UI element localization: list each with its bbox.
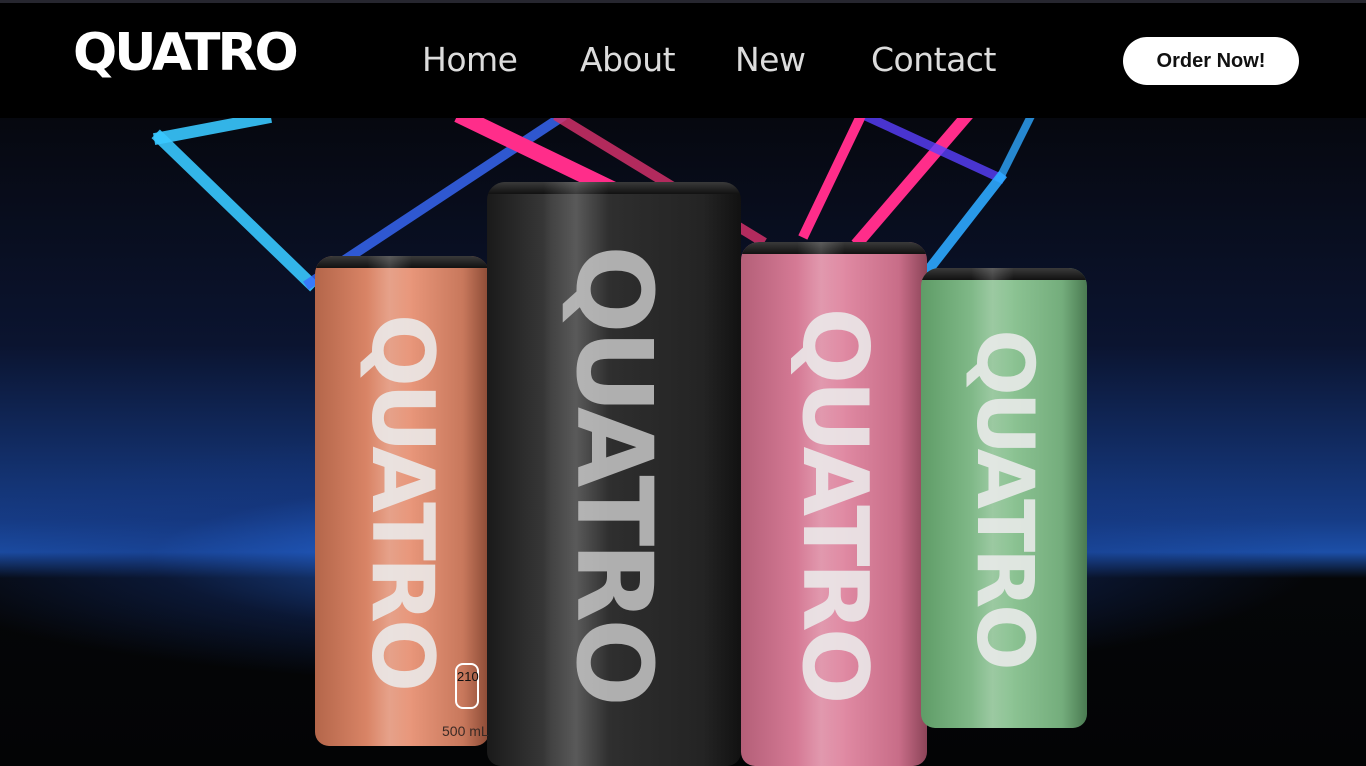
can-volume-text: 500 mL bbox=[442, 723, 489, 739]
black-can: QUATRO bbox=[487, 182, 741, 766]
pink-can: QUATRO bbox=[741, 242, 927, 766]
green-can: QUATRO bbox=[921, 268, 1087, 728]
brand-logo[interactable]: QUATRO bbox=[73, 27, 299, 79]
nav-link-home[interactable]: Home bbox=[422, 43, 518, 76]
nav-link-new[interactable]: New bbox=[735, 43, 806, 76]
can-logo-text: QUATRO bbox=[352, 313, 452, 689]
nav-link-contact[interactable]: Contact bbox=[871, 43, 996, 76]
nav-link-about[interactable]: About bbox=[580, 43, 676, 76]
can-logo-text: QUATRO bbox=[959, 329, 1049, 667]
can-rim bbox=[487, 182, 741, 194]
can-logo-text: QUATRO bbox=[553, 245, 675, 703]
calorie-badge: 210 bbox=[455, 663, 479, 709]
hero-image: QUATRO QUATRO QUATRO QUATRO 210 500 mL bbox=[0, 118, 1366, 766]
can-logo-text: QUATRO bbox=[782, 307, 887, 701]
site-header: QUATRO Home About New Contact Order Now! bbox=[0, 3, 1366, 118]
order-now-button[interactable]: Order Now! bbox=[1123, 37, 1299, 85]
